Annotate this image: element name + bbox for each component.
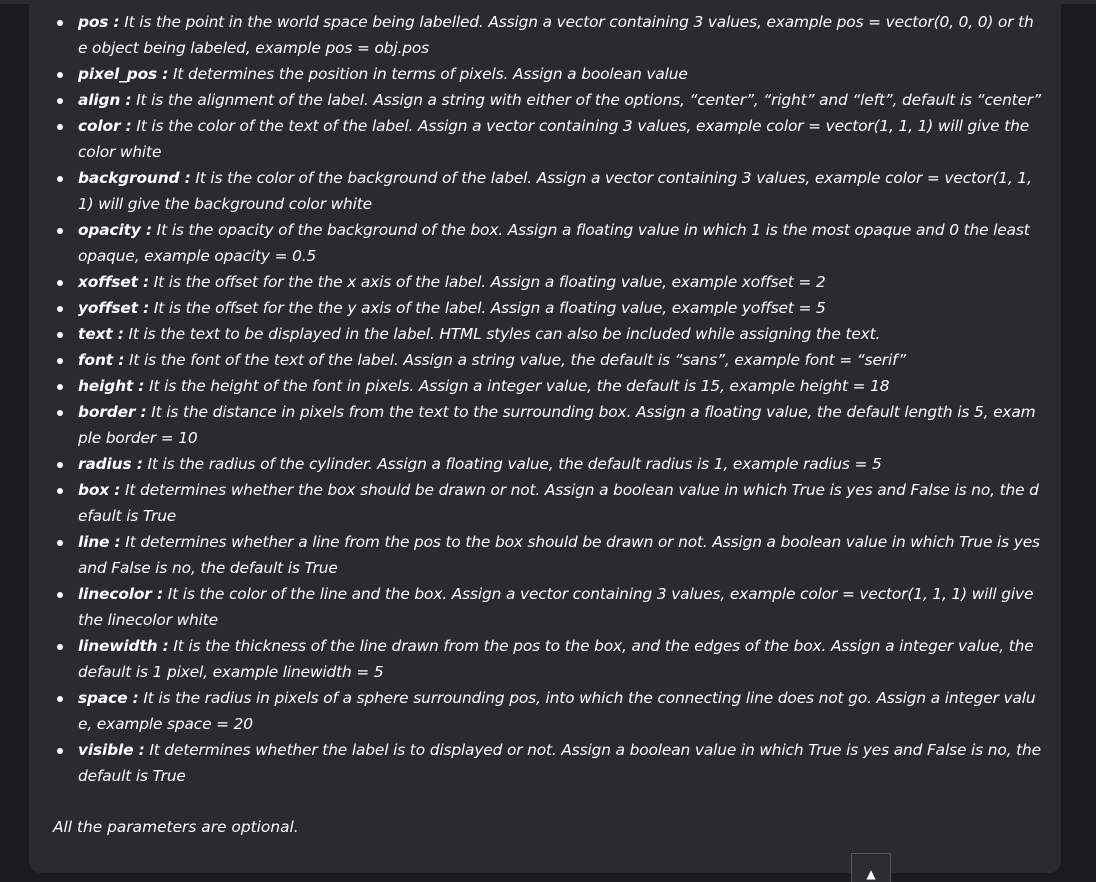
param-desc: It is the text to be displayed in the la… [123, 325, 881, 343]
bullet-icon [57, 176, 63, 182]
list-item: linecolor : It is the color of the line … [29, 581, 1061, 633]
bullet-icon [57, 540, 63, 546]
list-item: opacity : It is the opacity of the backg… [29, 217, 1061, 269]
list-item: height : It is the height of the font in… [29, 373, 1061, 399]
param-term: pixel_pos : [78, 65, 169, 83]
param-desc: It determines whether a line from the po… [78, 533, 1040, 577]
list-item: color : It is the color of the text of t… [29, 113, 1061, 165]
param-desc: It is the font of the text of the label.… [124, 351, 906, 369]
list-item: box : It determines whether the box shou… [29, 477, 1061, 529]
param-term: height : [78, 377, 145, 395]
param-term: font : [78, 351, 125, 369]
param-desc: It is the alignment of the label. Assign… [131, 91, 1041, 109]
arrow-up-icon: ▲ [866, 867, 876, 881]
param-desc: It is the radius of the cylinder. Assign… [142, 455, 882, 473]
param-desc: It is the radius in pixels of a sphere s… [78, 689, 1036, 733]
param-desc: It is the color of the text of the label… [78, 117, 1030, 161]
bullet-icon [57, 462, 63, 468]
param-term: linecolor : [78, 585, 163, 603]
param-term: border : [78, 403, 147, 421]
param-desc: It is the offset for the the y axis of t… [149, 299, 826, 317]
list-item: space : It is the radius in pixels of a … [29, 685, 1061, 737]
bullet-icon [57, 696, 63, 702]
param-term: linewidth : [78, 637, 169, 655]
list-item: align : It is the alignment of the label… [29, 87, 1061, 113]
bullet-icon [57, 488, 63, 494]
param-desc: It is the color of the background of the… [78, 169, 1032, 213]
bullet-icon [57, 306, 63, 312]
list-item: line : It determines whether a line from… [29, 529, 1061, 581]
param-desc: It is the height of the font in pixels. … [144, 377, 890, 395]
list-item: yoffset : It is the offset for the the y… [29, 295, 1061, 321]
param-term: line : [78, 533, 121, 551]
param-term: visible : [78, 741, 145, 759]
param-term: xoffset : [78, 273, 150, 291]
param-desc: It is the distance in pixels from the te… [78, 403, 1036, 447]
param-term: box : [78, 481, 121, 499]
param-desc: It determines the position in terms of p… [168, 65, 688, 83]
param-desc: It is the offset for the the x axis of t… [149, 273, 826, 291]
bullet-icon [57, 124, 63, 130]
bullet-icon [57, 410, 63, 416]
bullet-icon [57, 384, 63, 390]
list-item: visible : It determines whether the labe… [29, 737, 1061, 789]
param-desc: It is the color of the line and the box.… [78, 585, 1034, 629]
content-card: pos : It is the point in the world space… [29, 0, 1061, 873]
bullet-icon [57, 358, 63, 364]
param-term: text : [78, 325, 124, 343]
bullet-icon [57, 748, 63, 754]
list-item: xoffset : It is the offset for the the x… [29, 269, 1061, 295]
bullet-icon [57, 98, 63, 104]
param-term: radius : [78, 455, 143, 473]
bullet-icon [57, 20, 63, 26]
param-term: space : [78, 689, 139, 707]
bullet-icon [57, 644, 63, 650]
list-item: background : It is the color of the back… [29, 165, 1061, 217]
scroll-to-top-button[interactable]: ▲ [851, 853, 891, 882]
param-term: align : [78, 91, 132, 109]
optional-note: All the parameters are optional. [53, 818, 299, 836]
param-term: opacity : [78, 221, 152, 239]
bullet-icon [57, 592, 63, 598]
bullet-icon [57, 228, 63, 234]
list-item: pixel_pos : It determines the position i… [29, 61, 1061, 87]
list-item: text : It is the text to be displayed in… [29, 321, 1061, 347]
param-desc: It is the thickness of the line drawn fr… [78, 637, 1034, 681]
bullet-icon [57, 72, 63, 78]
param-desc: It is the point in the world space being… [78, 13, 1034, 57]
list-item: font : It is the font of the text of the… [29, 347, 1061, 373]
param-term: yoffset : [78, 299, 150, 317]
param-desc: It determines whether the label is to di… [78, 741, 1041, 785]
param-desc: It is the opacity of the background of t… [78, 221, 1030, 265]
list-item: linewidth : It is the thickness of the l… [29, 633, 1061, 685]
param-desc: It determines whether the box should be … [78, 481, 1039, 525]
bullet-icon [57, 332, 63, 338]
param-term: background : [78, 169, 191, 187]
list-item: pos : It is the point in the world space… [29, 9, 1061, 61]
list-item: radius : It is the radius of the cylinde… [29, 451, 1061, 477]
param-term: pos : [78, 13, 120, 31]
bullet-icon [57, 280, 63, 286]
parameter-list: pos : It is the point in the world space… [29, 9, 1061, 789]
list-item: border : It is the distance in pixels fr… [29, 399, 1061, 451]
param-term: color : [78, 117, 132, 135]
